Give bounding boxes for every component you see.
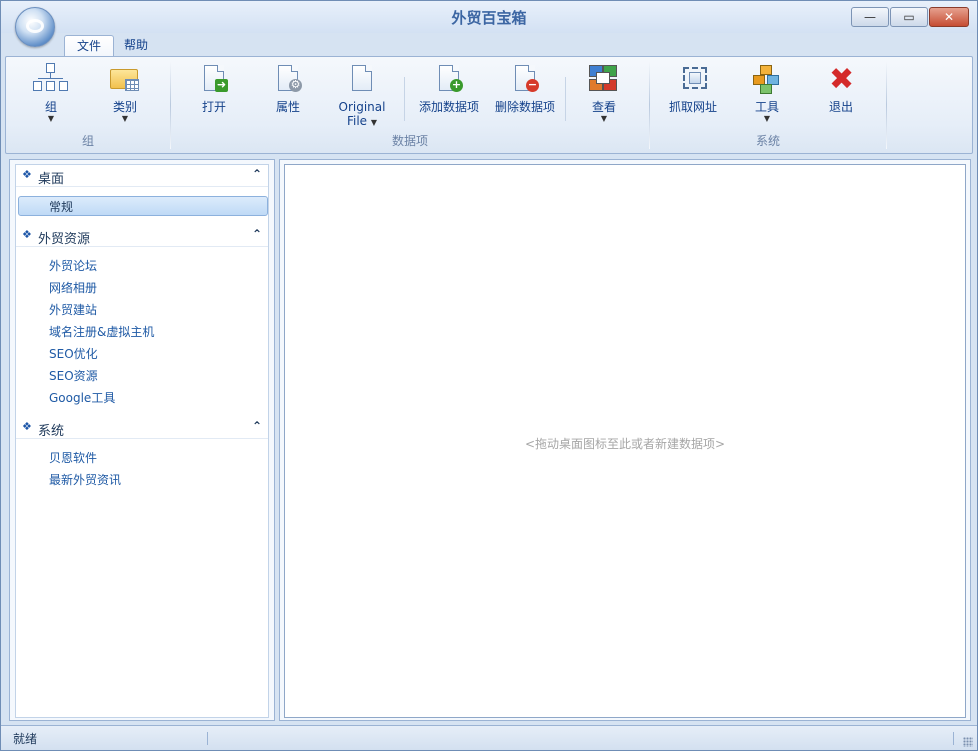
section-header-trade-resources[interactable]: ❖ 外贸资源 ⌃ — [16, 225, 268, 247]
sidebar-item-bein-software[interactable]: 贝恩软件 — [49, 449, 97, 467]
status-text: 就绪 — [13, 732, 38, 746]
minimize-button[interactable]: — — [851, 7, 889, 27]
navigation-pane: ❖ 桌面 ⌃ 常规 ❖ 外贸资源 ⌃ 外贸论坛 网络相册 外贸建站 域名注册&虚… — [9, 159, 275, 721]
properties-button-label: 属性 — [275, 100, 300, 114]
minimize-icon: — — [864, 10, 876, 24]
ribbon-separator — [886, 61, 887, 149]
exit-button-label: 退出 — [828, 100, 853, 114]
exit-button[interactable]: ✖ 退出 — [806, 62, 876, 115]
capture-url-button[interactable]: 抓取网址 — [658, 63, 728, 114]
add-item-icon: + — [431, 63, 467, 97]
section-title: 外贸资源 — [38, 232, 91, 247]
ribbon: 组 ▼ 类别 ▼ 组 ➜ 打开 ⚙ 属性 Original File ▼ + 添… — [5, 56, 973, 154]
app-menu-orb-button[interactable] — [15, 7, 55, 47]
empty-hint: <拖动桌面图标至此或者新建数据项> — [524, 437, 726, 451]
section-title: 系统 — [38, 424, 65, 439]
sidebar-item-general[interactable]: 常规 — [18, 196, 268, 216]
sidebar-item-label: 常规 — [49, 200, 74, 214]
add-item-button[interactable]: + 添加数据项 — [409, 63, 489, 114]
category-button[interactable]: 类别 ▼ — [90, 63, 160, 124]
sidebar-item-latest-news[interactable]: 最新外贸资讯 — [49, 471, 121, 489]
group-button-label: 组 — [44, 100, 57, 114]
ribbon-group-label: 系统 — [755, 134, 780, 148]
maximize-icon: ▭ — [903, 10, 915, 24]
properties-document-icon: ⚙ — [270, 63, 306, 97]
tools-button-label: 工具 — [754, 100, 779, 114]
capture-url-icon — [675, 63, 711, 97]
tab-file[interactable]: 文件 — [64, 35, 115, 57]
open-button[interactable]: ➜ 打开 — [179, 63, 249, 114]
ribbon-group-group: 组 ▼ 类别 ▼ 组 — [6, 57, 170, 153]
section-title: 桌面 — [38, 172, 65, 187]
open-button-label: 打开 — [201, 100, 226, 114]
view-icon — [586, 63, 622, 97]
original-file-icon — [344, 63, 380, 97]
add-item-button-label: 添加数据项 — [418, 100, 479, 114]
view-button[interactable]: 查看 ▼ — [569, 63, 639, 124]
chevron-up-icon[interactable]: ⌃ — [252, 419, 262, 433]
chevron-down-icon: ▼ — [763, 114, 771, 123]
navigation-list: ❖ 桌面 ⌃ 常规 ❖ 外贸资源 ⌃ 外贸论坛 网络相册 外贸建站 域名注册&虚… — [15, 164, 269, 718]
tab-help[interactable]: 帮助 — [112, 35, 160, 57]
sidebar-item-web-album[interactable]: 网络相册 — [49, 279, 97, 297]
window-controls: — ▭ ✕ — [850, 7, 969, 27]
chevron-down-icon: ▼ — [370, 118, 378, 127]
title-bar: 外贸百宝箱 — ▭ ✕ — [1, 1, 977, 33]
chevron-up-icon[interactable]: ⌃ — [252, 227, 262, 241]
ribbon-tabs: 文件 帮助 — [1, 33, 977, 57]
original-file-button[interactable]: Original File ▼ — [327, 63, 397, 128]
maximize-button[interactable]: ▭ — [890, 7, 928, 27]
content-pane: <拖动桌面图标至此或者新建数据项> — [279, 159, 971, 721]
sidebar-item-google-tools[interactable]: Google工具 — [49, 389, 115, 407]
chevron-down-icon: ▼ — [121, 114, 129, 123]
tools-cubes-icon — [749, 63, 785, 97]
capture-url-button-label: 抓取网址 — [668, 100, 717, 114]
chevron-down-icon: ▼ — [600, 114, 608, 123]
ribbon-group-system: 抓取网址 工具 ▼ ✖ 退出 系统 — [650, 57, 886, 153]
section-header-desktop[interactable]: ❖ 桌面 ⌃ — [16, 165, 268, 187]
app-logo-icon — [26, 19, 44, 33]
status-divider — [207, 732, 208, 745]
close-button[interactable]: ✕ — [929, 7, 969, 27]
sidebar-item-trade-forum[interactable]: 外贸论坛 — [49, 257, 97, 275]
chevron-up-icon[interactable]: ⌃ — [252, 167, 262, 181]
ribbon-group-label: 组 — [81, 134, 94, 148]
ribbon-group-data-items: ➜ 打开 ⚙ 属性 Original File ▼ + 添加数据项 − 删除数据… — [171, 57, 649, 153]
original-file-label-line1: Original — [338, 100, 386, 114]
category-folder-icon — [107, 63, 143, 97]
sidebar-item-domain-hosting[interactable]: 域名注册&虚拟主机 — [49, 323, 154, 341]
exit-x-icon: ✖ — [829, 62, 855, 97]
diamond-bullet-icon: ❖ — [22, 420, 32, 433]
group-button[interactable]: 组 ▼ — [16, 63, 86, 124]
status-divider — [953, 732, 954, 745]
original-file-label-line2: File ▼ — [346, 114, 378, 128]
section-header-system[interactable]: ❖ 系统 ⌃ — [16, 417, 268, 439]
sidebar-item-seo-resources[interactable]: SEO资源 — [49, 367, 98, 385]
delete-item-button[interactable]: − 删除数据项 — [485, 63, 565, 114]
sidebar-item-seo-optimization[interactable]: SEO优化 — [49, 345, 98, 363]
delete-item-icon: − — [507, 63, 543, 97]
close-icon: ✕ — [943, 10, 955, 24]
sidebar-item-site-building[interactable]: 外贸建站 — [49, 301, 97, 319]
group-tree-icon — [33, 63, 69, 97]
tools-button[interactable]: 工具 ▼ — [732, 63, 802, 124]
diamond-bullet-icon: ❖ — [22, 228, 32, 241]
view-button-label: 查看 — [591, 100, 616, 114]
ribbon-group-label: 数据项 — [391, 134, 428, 148]
diamond-bullet-icon: ❖ — [22, 168, 32, 181]
delete-item-button-label: 删除数据项 — [494, 100, 555, 114]
open-document-icon: ➜ — [196, 63, 232, 97]
window-title: 外贸百宝箱 — [451, 9, 527, 27]
ribbon-mini-separator — [404, 77, 405, 121]
app-window: 外贸百宝箱 — ▭ ✕ 文件 帮助 组 ▼ 类别 ▼ 组 ➜ 打开 ⚙ 属性 O… — [0, 0, 978, 751]
category-button-label: 类别 — [112, 100, 137, 114]
ribbon-mini-separator — [565, 77, 566, 121]
status-bar: 就绪 — [1, 725, 977, 750]
properties-button[interactable]: ⚙ 属性 — [253, 63, 323, 114]
chevron-down-icon: ▼ — [47, 114, 55, 123]
data-items-area[interactable]: <拖动桌面图标至此或者新建数据项> — [284, 164, 966, 718]
resize-grip-icon[interactable] — [963, 737, 973, 747]
